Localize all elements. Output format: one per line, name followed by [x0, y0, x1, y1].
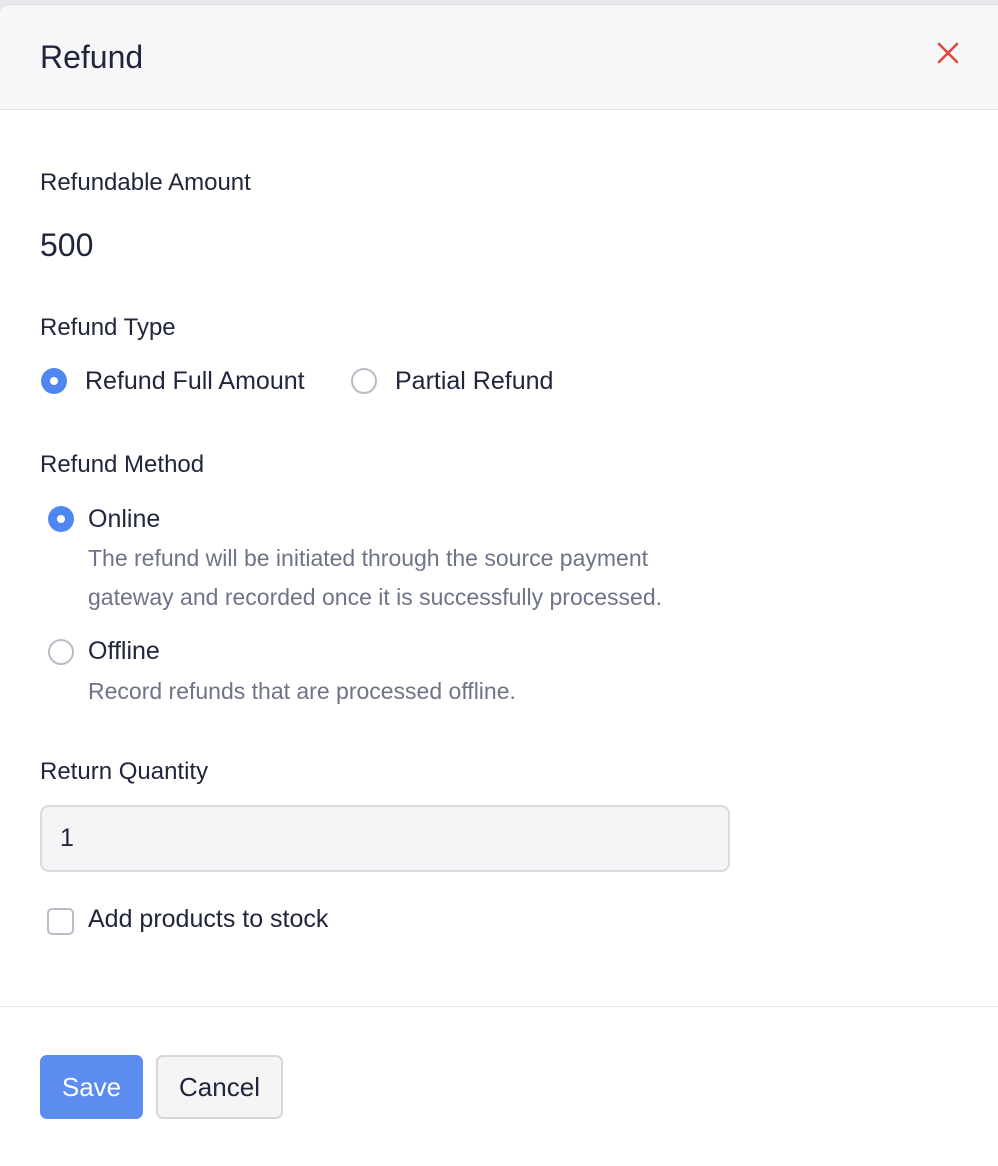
refund-full-amount-label[interactable]: Refund Full Amount — [85, 365, 305, 397]
cancel-button[interactable]: Cancel — [156, 1055, 283, 1119]
refund-type-label: Refund Type — [40, 314, 176, 341]
refund-method-label: Refund Method — [40, 451, 205, 478]
refundable-amount-label: Refundable Amount — [40, 169, 251, 196]
online-method-description-line2: gateway and recorded once it is successf… — [88, 584, 663, 610]
refund-modal: Refund Refundable Amount 500 Refund Type… — [0, 4, 998, 1166]
add-to-stock-checkbox[interactable] — [47, 908, 74, 935]
footer-divider — [0, 1006, 998, 1007]
refund-full-amount-radio[interactable] — [41, 368, 67, 394]
online-method-label[interactable]: Online — [88, 503, 160, 535]
save-button[interactable]: Save — [40, 1055, 143, 1119]
modal-title: Refund — [40, 39, 144, 75]
return-quantity-input[interactable] — [40, 805, 730, 872]
refundable-amount-value: 500 — [40, 227, 94, 263]
online-method-radio[interactable] — [48, 506, 74, 532]
partial-refund-label[interactable]: Partial Refund — [395, 365, 553, 397]
offline-method-label[interactable]: Offline — [88, 635, 160, 667]
modal-header: Refund — [0, 5, 998, 110]
add-to-stock-label[interactable]: Add products to stock — [88, 903, 328, 935]
partial-refund-radio[interactable] — [351, 368, 377, 394]
online-method-description-line1: The refund will be initiated through the… — [88, 545, 648, 571]
return-quantity-label: Return Quantity — [40, 758, 209, 785]
close-icon — [937, 42, 959, 64]
offline-method-description: Record refunds that are processed offlin… — [88, 678, 516, 704]
close-button[interactable] — [928, 35, 968, 75]
offline-method-radio[interactable] — [48, 639, 74, 665]
